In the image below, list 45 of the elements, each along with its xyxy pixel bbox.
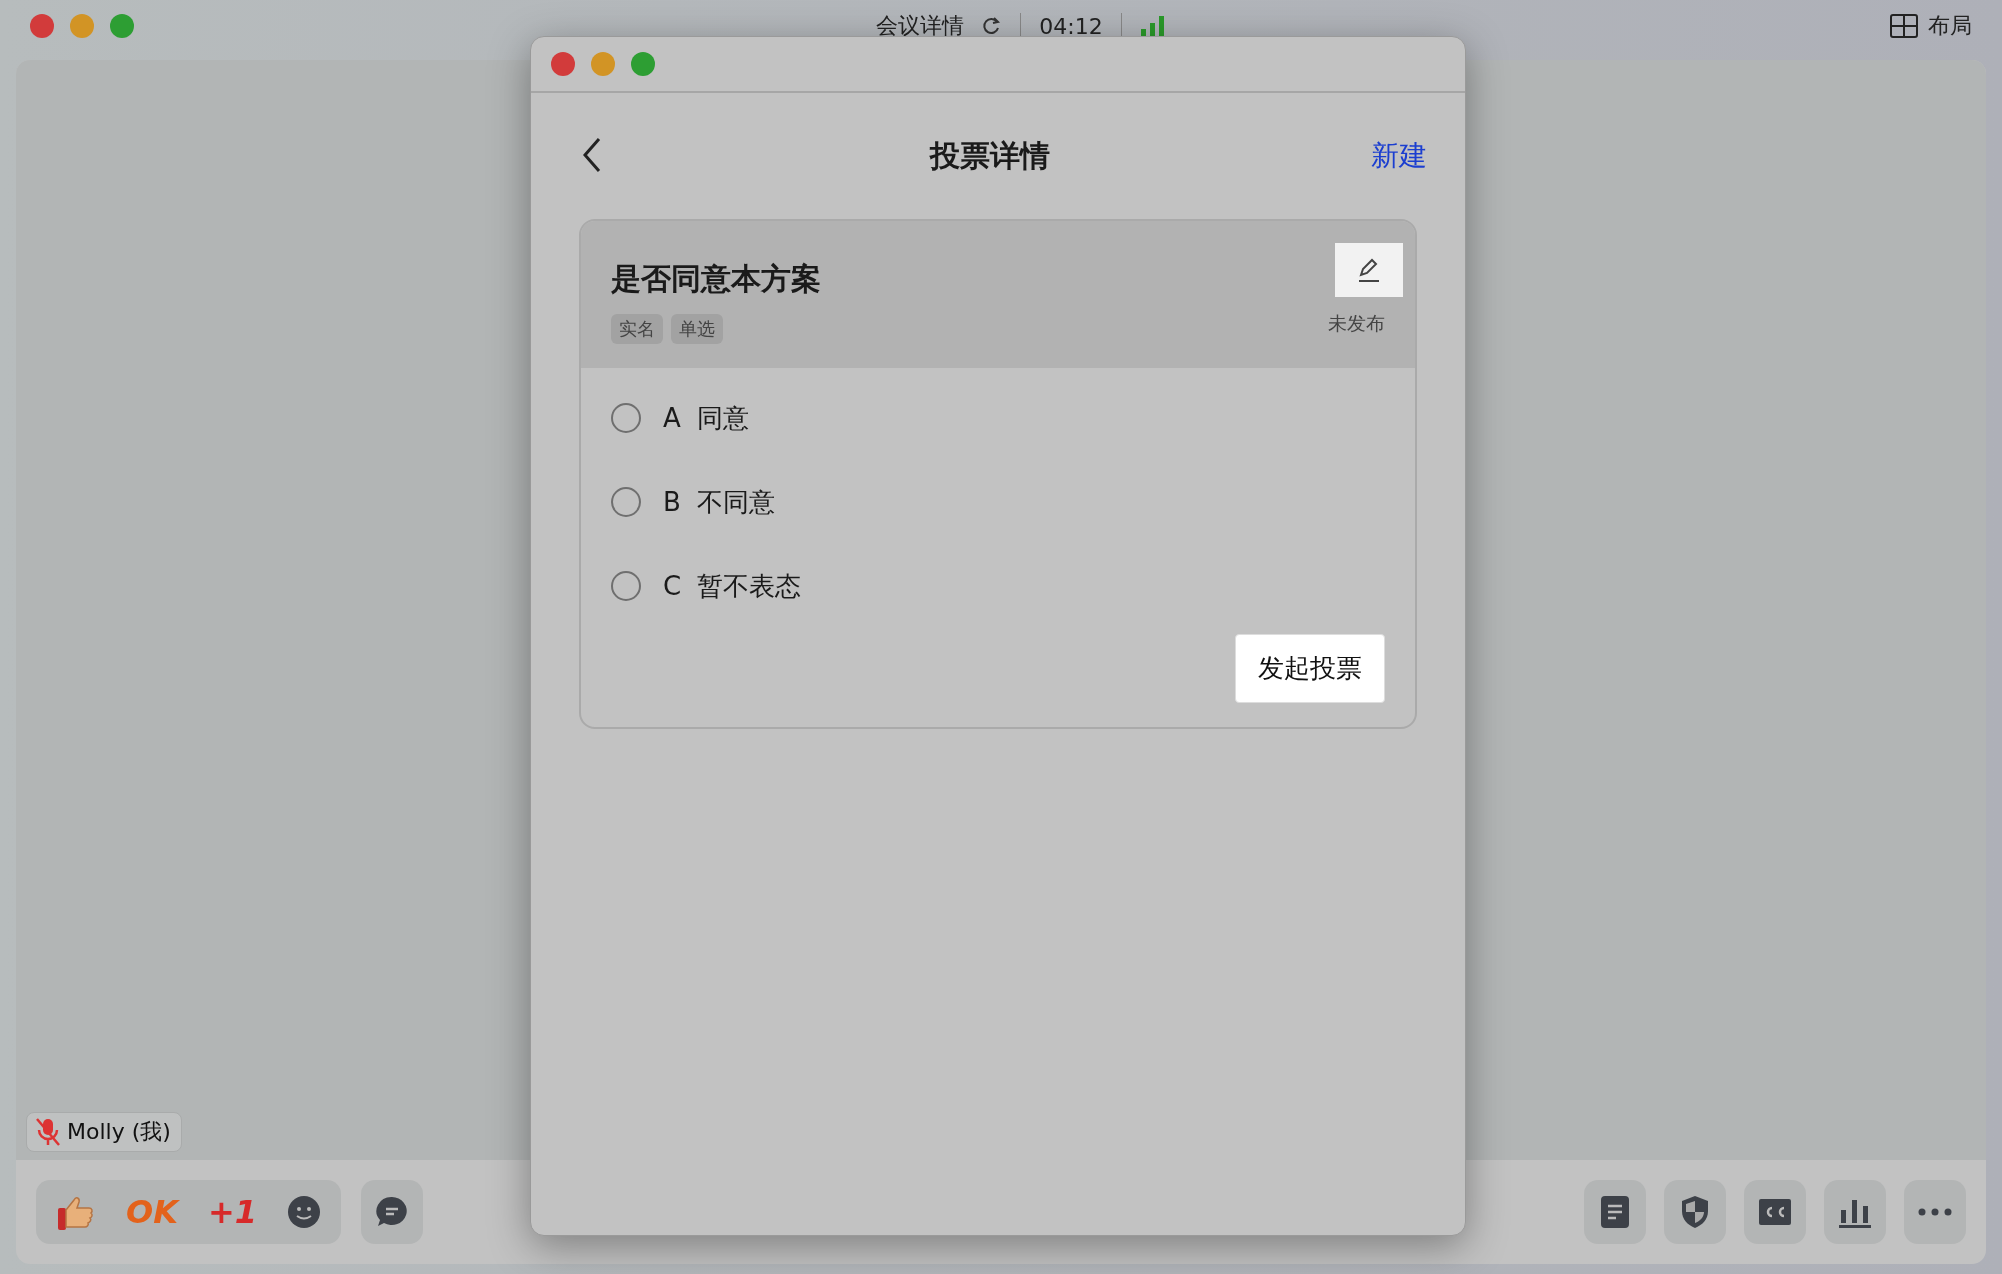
- notes-button[interactable]: [1584, 1180, 1646, 1244]
- smiley-icon: [287, 1195, 322, 1229]
- poll-question: 是否同意本方案: [611, 260, 821, 298]
- close-light-icon: [30, 14, 54, 38]
- radio-button[interactable]: [611, 403, 641, 433]
- meeting-title: 会议详情: [876, 12, 965, 40]
- radio-button[interactable]: [611, 487, 641, 517]
- option-label: 不同意: [696, 485, 775, 519]
- meeting-timer: 04:12: [1039, 13, 1103, 39]
- option-letter: C: [663, 571, 682, 601]
- shield-icon: [1680, 1195, 1710, 1229]
- participant-name: Molly (我): [67, 1118, 171, 1146]
- option-letter: B: [663, 487, 681, 517]
- pencil-icon: [1356, 257, 1382, 283]
- zoom-light-icon: [631, 52, 655, 76]
- radio-button[interactable]: [611, 571, 641, 601]
- minimize-light-icon: [70, 14, 94, 38]
- poll-tag: 实名: [611, 314, 663, 344]
- new-button[interactable]: 新建: [1371, 137, 1427, 175]
- signal-icon: [1139, 15, 1166, 37]
- zoom-light-icon: [110, 14, 134, 38]
- option-label: 暂不表态: [697, 569, 802, 603]
- reaction-label[interactable]: +1: [208, 1193, 258, 1231]
- chat-button[interactable]: [361, 1180, 424, 1244]
- security-button[interactable]: [1664, 1180, 1726, 1244]
- more-button[interactable]: [1904, 1180, 1966, 1244]
- document-icon: [1600, 1195, 1630, 1229]
- close-light-icon: [551, 52, 575, 76]
- poll-tag: 单选: [671, 314, 723, 344]
- refresh-icon: [982, 16, 1003, 36]
- option-label: 同意: [696, 401, 749, 435]
- layout-button[interactable]: 布局: [1890, 11, 1972, 41]
- grid-icon: [1890, 14, 1918, 38]
- ellipsis-icon: [1918, 1208, 1952, 1216]
- start-vote-button[interactable]: 发起投票: [1235, 634, 1385, 703]
- poll-status: 未发布: [1328, 311, 1385, 336]
- chevron-left-icon: [582, 136, 602, 173]
- statistics-button[interactable]: [1824, 1180, 1886, 1244]
- option-letter: A: [663, 403, 681, 433]
- edit-button[interactable]: [1335, 243, 1403, 297]
- dialog-title: 投票详情: [930, 136, 1050, 175]
- captions-icon: [1758, 1198, 1792, 1226]
- captions-button[interactable]: [1744, 1180, 1806, 1244]
- minimize-light-icon: [591, 52, 615, 76]
- chat-icon: [375, 1195, 410, 1229]
